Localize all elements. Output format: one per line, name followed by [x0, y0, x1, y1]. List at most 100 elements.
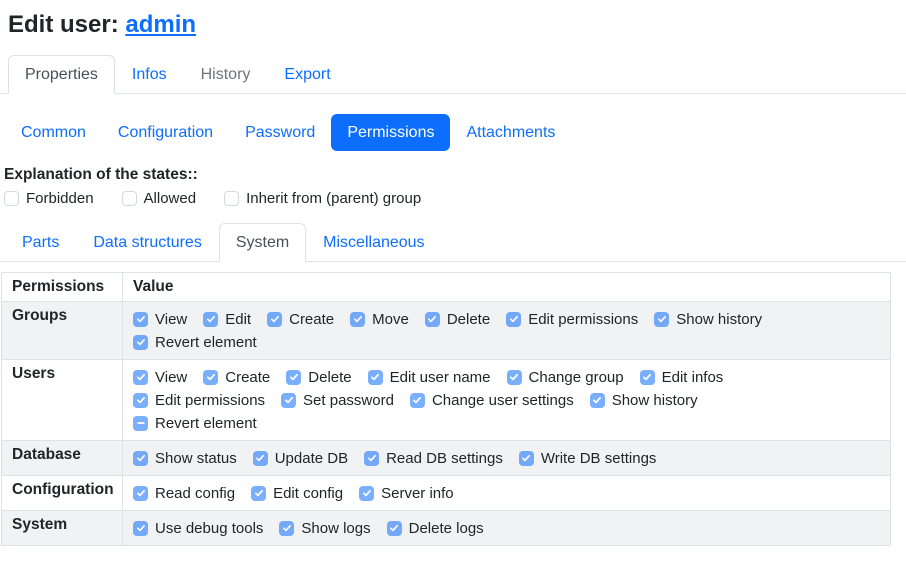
table-header-row: Permissions Value — [2, 273, 891, 302]
check-item-groups-edit: Edit — [203, 311, 251, 328]
checkbox-legend-allowed-unchecked[interactable] — [122, 191, 137, 206]
tab-export[interactable]: Export — [267, 55, 347, 94]
checkbox-users-delete-checked[interactable] — [286, 370, 301, 385]
checkbox-system-show-logs-checked[interactable] — [279, 521, 294, 536]
main-tab-bar: PropertiesInfosHistoryExport — [0, 55, 906, 94]
checkbox-database-write-db-settings-checked[interactable] — [519, 451, 534, 466]
checkbox-users-edit-permissions-checked[interactable] — [133, 393, 148, 408]
checkbox-configuration-server-info-checked[interactable] — [359, 486, 374, 501]
checkbox-label-read-db-settings: Read DB settings — [386, 450, 503, 467]
checkbox-users-change-group-checked[interactable] — [507, 370, 522, 385]
checkbox-label-edit-config: Edit config — [273, 485, 343, 502]
tab-properties[interactable]: Properties — [8, 55, 115, 94]
checkbox-label-edit-user-name: Edit user name — [390, 369, 491, 386]
checkbox-groups-revert-element-checked[interactable] — [133, 335, 148, 350]
permission-values-groups: ViewEditCreateMoveDeleteEdit permissions… — [123, 302, 891, 360]
checkbox-label-write-db-settings: Write DB settings — [541, 450, 657, 467]
checkbox-label-forbidden: Forbidden — [26, 190, 94, 207]
username-link[interactable]: admin — [125, 11, 196, 38]
checkbox-users-edit-infos-checked[interactable] — [640, 370, 655, 385]
pill-common[interactable]: Common — [5, 114, 102, 151]
checkbox-label-delete: Delete — [308, 369, 351, 386]
checkbox-system-delete-logs-checked[interactable] — [387, 521, 402, 536]
permission-values-configuration: Read config Edit config Server info — [123, 476, 891, 511]
permission-category-configuration: Configuration — [2, 476, 123, 511]
checkbox-label-read-config: Read config — [155, 485, 235, 502]
check-item-users-view: View — [133, 369, 187, 386]
check-item-database-update-db: Update DB — [253, 450, 348, 467]
checkbox-label-update-db: Update DB — [275, 450, 348, 467]
permission-values-users: ViewCreateDeleteEdit user nameChange gro… — [123, 360, 891, 441]
permission-row-database: DatabaseShow statusUpdate DBRead DB sett… — [2, 441, 891, 476]
checkbox-label-change-user-settings: Change user settings — [432, 392, 574, 409]
pill-permissions[interactable]: Permissions — [331, 114, 450, 151]
check-item-users-change-group: Change group — [507, 369, 624, 386]
value-line: Read config Edit config Server info — [133, 482, 883, 504]
page-title-prefix: Edit user: — [8, 11, 125, 38]
properties-pill-bar: CommonConfigurationPasswordPermissionsAt… — [0, 114, 906, 151]
permission-values-database: Show status Update DB Read DB settings Writ… — [123, 441, 891, 476]
subtab-system[interactable]: System — [219, 223, 306, 262]
check-item-groups-delete: Delete — [425, 311, 490, 328]
permission-row-system: SystemUse debug toolsShow logsDelete log… — [2, 511, 891, 546]
column-header-value: Value — [123, 273, 891, 302]
check-item-configuration-read-config: Read config — [133, 485, 235, 502]
tab-infos[interactable]: Infos — [115, 55, 184, 94]
checkbox-users-set-password-checked[interactable] — [281, 393, 296, 408]
checkbox-configuration-edit-config-checked[interactable] — [251, 486, 266, 501]
checkbox-label-view: View — [155, 369, 187, 386]
checkbox-legend-forbidden-unchecked[interactable] — [4, 191, 19, 206]
checkbox-label-change-group: Change group — [529, 369, 624, 386]
checkbox-groups-move-checked[interactable] — [350, 312, 365, 327]
value-line: Revert element — [133, 412, 883, 434]
column-header-permissions: Permissions — [2, 273, 123, 302]
checkbox-legend-inherit-from-parent-group-unchecked[interactable] — [224, 191, 239, 206]
checkbox-users-show-history-checked[interactable] — [590, 393, 605, 408]
checkbox-label-use-debug-tools: Use debug tools — [155, 520, 263, 537]
pill-attachments[interactable]: Attachments — [450, 114, 571, 151]
checkbox-system-use-debug-tools-checked[interactable] — [133, 521, 148, 536]
permission-values-system: Use debug toolsShow logsDelete logs — [123, 511, 891, 546]
checkbox-label-view: View — [155, 311, 187, 328]
checkbox-configuration-read-config-checked[interactable] — [133, 486, 148, 501]
subtab-miscellaneous[interactable]: Miscellaneous — [306, 223, 441, 262]
checkbox-groups-edit-checked[interactable] — [203, 312, 218, 327]
checkbox-users-change-user-settings-checked[interactable] — [410, 393, 425, 408]
checkbox-label-allowed: Allowed — [144, 190, 197, 207]
checkbox-groups-delete-checked[interactable] — [425, 312, 440, 327]
checkbox-users-view-checked[interactable] — [133, 370, 148, 385]
checkbox-groups-show-history-checked[interactable] — [654, 312, 669, 327]
value-line: Use debug toolsShow logsDelete logs — [133, 517, 883, 539]
checkbox-label-show-history: Show history — [612, 392, 698, 409]
checkbox-label-server-info: Server info — [381, 485, 454, 502]
check-item-groups-revert-element: Revert element — [133, 334, 257, 351]
checkbox-database-show-status-checked[interactable] — [133, 451, 148, 466]
checkbox-label-edit-infos: Edit infos — [662, 369, 724, 386]
tab-history: History — [184, 55, 268, 94]
checkbox-label-show-status: Show status — [155, 450, 237, 467]
permission-category-groups: Groups — [2, 302, 123, 360]
permission-row-users: UsersViewCreateDeleteEdit user nameChang… — [2, 360, 891, 441]
pill-password[interactable]: Password — [229, 114, 331, 151]
pill-configuration[interactable]: Configuration — [102, 114, 229, 151]
checkbox-groups-edit-permissions-checked[interactable] — [506, 312, 521, 327]
subtab-data-structures[interactable]: Data structures — [76, 223, 218, 262]
check-item-configuration-server-info: Server info — [359, 485, 454, 502]
check-item-groups-view: View — [133, 311, 187, 328]
subtab-parts[interactable]: Parts — [5, 223, 76, 262]
checkbox-users-edit-user-name-checked[interactable] — [368, 370, 383, 385]
check-item-users-edit-user-name: Edit user name — [368, 369, 491, 386]
checkbox-users-create-checked[interactable] — [203, 370, 218, 385]
checkbox-groups-view-checked[interactable] — [133, 312, 148, 327]
check-item-legend-allowed: Allowed — [122, 190, 197, 207]
check-item-system-delete-logs: Delete logs — [387, 520, 484, 537]
page-title: Edit user: admin — [8, 10, 906, 39]
check-item-users-edit-permissions: Edit permissions — [133, 392, 265, 409]
permission-group-tab-bar: PartsData structuresSystemMiscellaneous — [0, 223, 906, 262]
checkbox-groups-create-checked[interactable] — [267, 312, 282, 327]
checkbox-database-update-db-checked[interactable] — [253, 451, 268, 466]
checkbox-users-revert-element-indeterminate[interactable] — [133, 416, 148, 431]
checkbox-database-read-db-settings-checked[interactable] — [364, 451, 379, 466]
checkbox-label-create: Create — [289, 311, 334, 328]
checkbox-label-revert-element: Revert element — [155, 415, 257, 432]
